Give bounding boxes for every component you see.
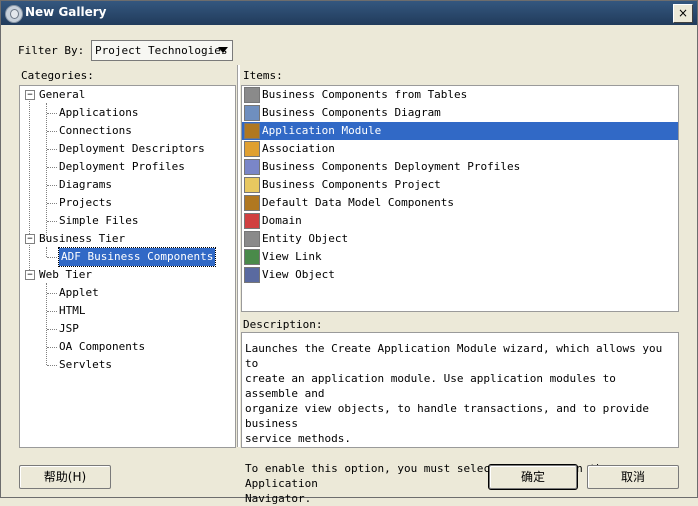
tree-node-label: General [39,88,86,101]
help-button[interactable]: 帮助(H) [19,465,111,489]
title-bar[interactable]: New Gallery × [1,1,697,25]
gallery-item-label: Business Components Project [262,178,441,191]
tree-node-label: ADF Business Components [57,247,217,267]
tree-category-leaf[interactable]: Deployment Descriptors [20,140,234,158]
gallery-item[interactable]: Business Components from Tables [242,86,678,104]
tree-node-label: Diagrams [59,178,112,191]
tree-category-leaf[interactable]: Diagrams [20,176,234,194]
tree-node-label: Simple Files [59,214,139,227]
filter-by-value: Project Technologies [95,44,228,57]
tree-node-label: Servlets [59,358,112,371]
tree-category-leaf[interactable]: OA Components [20,338,234,356]
new-gallery-dialog: New Gallery × Filter By: Project Technol… [0,0,698,505]
tree-node-label: Deployment Descriptors [59,142,205,155]
tree-category-leaf[interactable]: JSP [20,320,234,338]
project-icon [244,177,260,193]
app-module-icon [244,123,260,139]
tree-node-label: JSP [59,322,79,335]
gallery-item[interactable]: Business Components Project [242,176,678,194]
categories-label: Categories: [21,69,94,82]
tree-category-leaf[interactable]: ADF Business Components [20,247,234,267]
filter-by-dropdown[interactable]: Project Technologies [91,40,233,61]
tree-node-label: Deployment Profiles [59,160,185,173]
categories-tree[interactable]: − General Applications Connections Deploymen… [19,85,236,448]
gallery-item-label: Business Components Diagram [262,106,441,119]
ok-button[interactable]: 确定 [488,464,578,490]
tree-category-node[interactable]: − Web Tier [20,266,234,284]
items-label: Items: [243,69,283,82]
dialog-title: New Gallery [25,5,107,19]
gallery-item-label: Entity Object [262,232,349,245]
collapse-icon[interactable]: − [25,90,35,100]
tree-category-node[interactable]: − Business Tier [20,230,234,248]
gallery-item-label: View Link [262,250,322,263]
gallery-item[interactable]: Default Data Model Components [242,194,678,212]
tree-category-leaf[interactable]: Projects [20,194,234,212]
tree-category-leaf[interactable]: HTML [20,302,234,320]
tree-category-leaf[interactable]: Applications [20,104,234,122]
chevron-down-icon[interactable] [217,43,229,56]
gallery-item[interactable]: Domain [242,212,678,230]
gallery-item-label: Application Module [262,124,382,137]
gallery-item[interactable]: Entity Object [242,230,678,248]
items-list[interactable]: Business Components from Tables Business … [241,85,679,312]
close-button[interactable]: × [673,4,693,23]
description-label: Description: [243,318,323,331]
gallery-item[interactable]: View Object [242,266,678,284]
tree-node-label: Applet [59,286,99,299]
gallery-item[interactable]: Association [242,140,678,158]
gallery-item-label: Domain [262,214,302,227]
gallery-item[interactable]: Application Module [242,122,678,140]
tree-node-label: OA Components [59,340,146,353]
gallery-item[interactable]: Business Components Diagram [242,104,678,122]
tree-node-label: Applications [59,106,139,119]
data-model-icon [244,195,260,211]
gallery-item-label: View Object [262,268,335,281]
gallery-item[interactable]: View Link [242,248,678,266]
tree-category-leaf[interactable]: Servlets [20,356,234,374]
tree-node-label: Web Tier [39,268,92,281]
tree-category-leaf[interactable]: Deployment Profiles [20,158,234,176]
deployment-profile-icon [244,159,260,175]
tree-node-label: Projects [59,196,112,209]
domain-icon [244,213,260,229]
association-icon [244,141,260,157]
app-icon [5,5,23,23]
tree-category-leaf[interactable]: Applet [20,284,234,302]
gallery-item-label: Business Components Deployment Profiles [262,160,521,173]
collapse-icon[interactable]: − [25,234,35,244]
tree-node-label: HTML [59,304,86,317]
tree-category-node[interactable]: − General [20,86,234,104]
filter-by-label: Filter By: [18,44,85,57]
entity-object-icon [244,231,260,247]
collapse-icon[interactable]: − [25,270,35,280]
tree-node-label: Business Tier [39,232,126,245]
diagram-icon [244,105,260,121]
cancel-button[interactable]: 取消 [587,465,679,489]
tree-node-label: Connections [59,124,132,137]
gallery-item-label: Business Components from Tables [262,88,468,101]
tree-category-leaf[interactable]: Simple Files [20,212,234,230]
panel-splitter[interactable] [237,65,240,447]
view-object-icon [244,267,260,283]
gallery-item-label: Default Data Model Components [262,196,455,209]
view-link-icon [244,249,260,265]
tree-category-leaf[interactable]: Connections [20,122,234,140]
gallery-item[interactable]: Business Components Deployment Profiles [242,158,678,176]
gear-table-icon [244,87,260,103]
gallery-item-label: Association [262,142,335,155]
description-panel: Launches the Create Application Module w… [241,332,679,505]
